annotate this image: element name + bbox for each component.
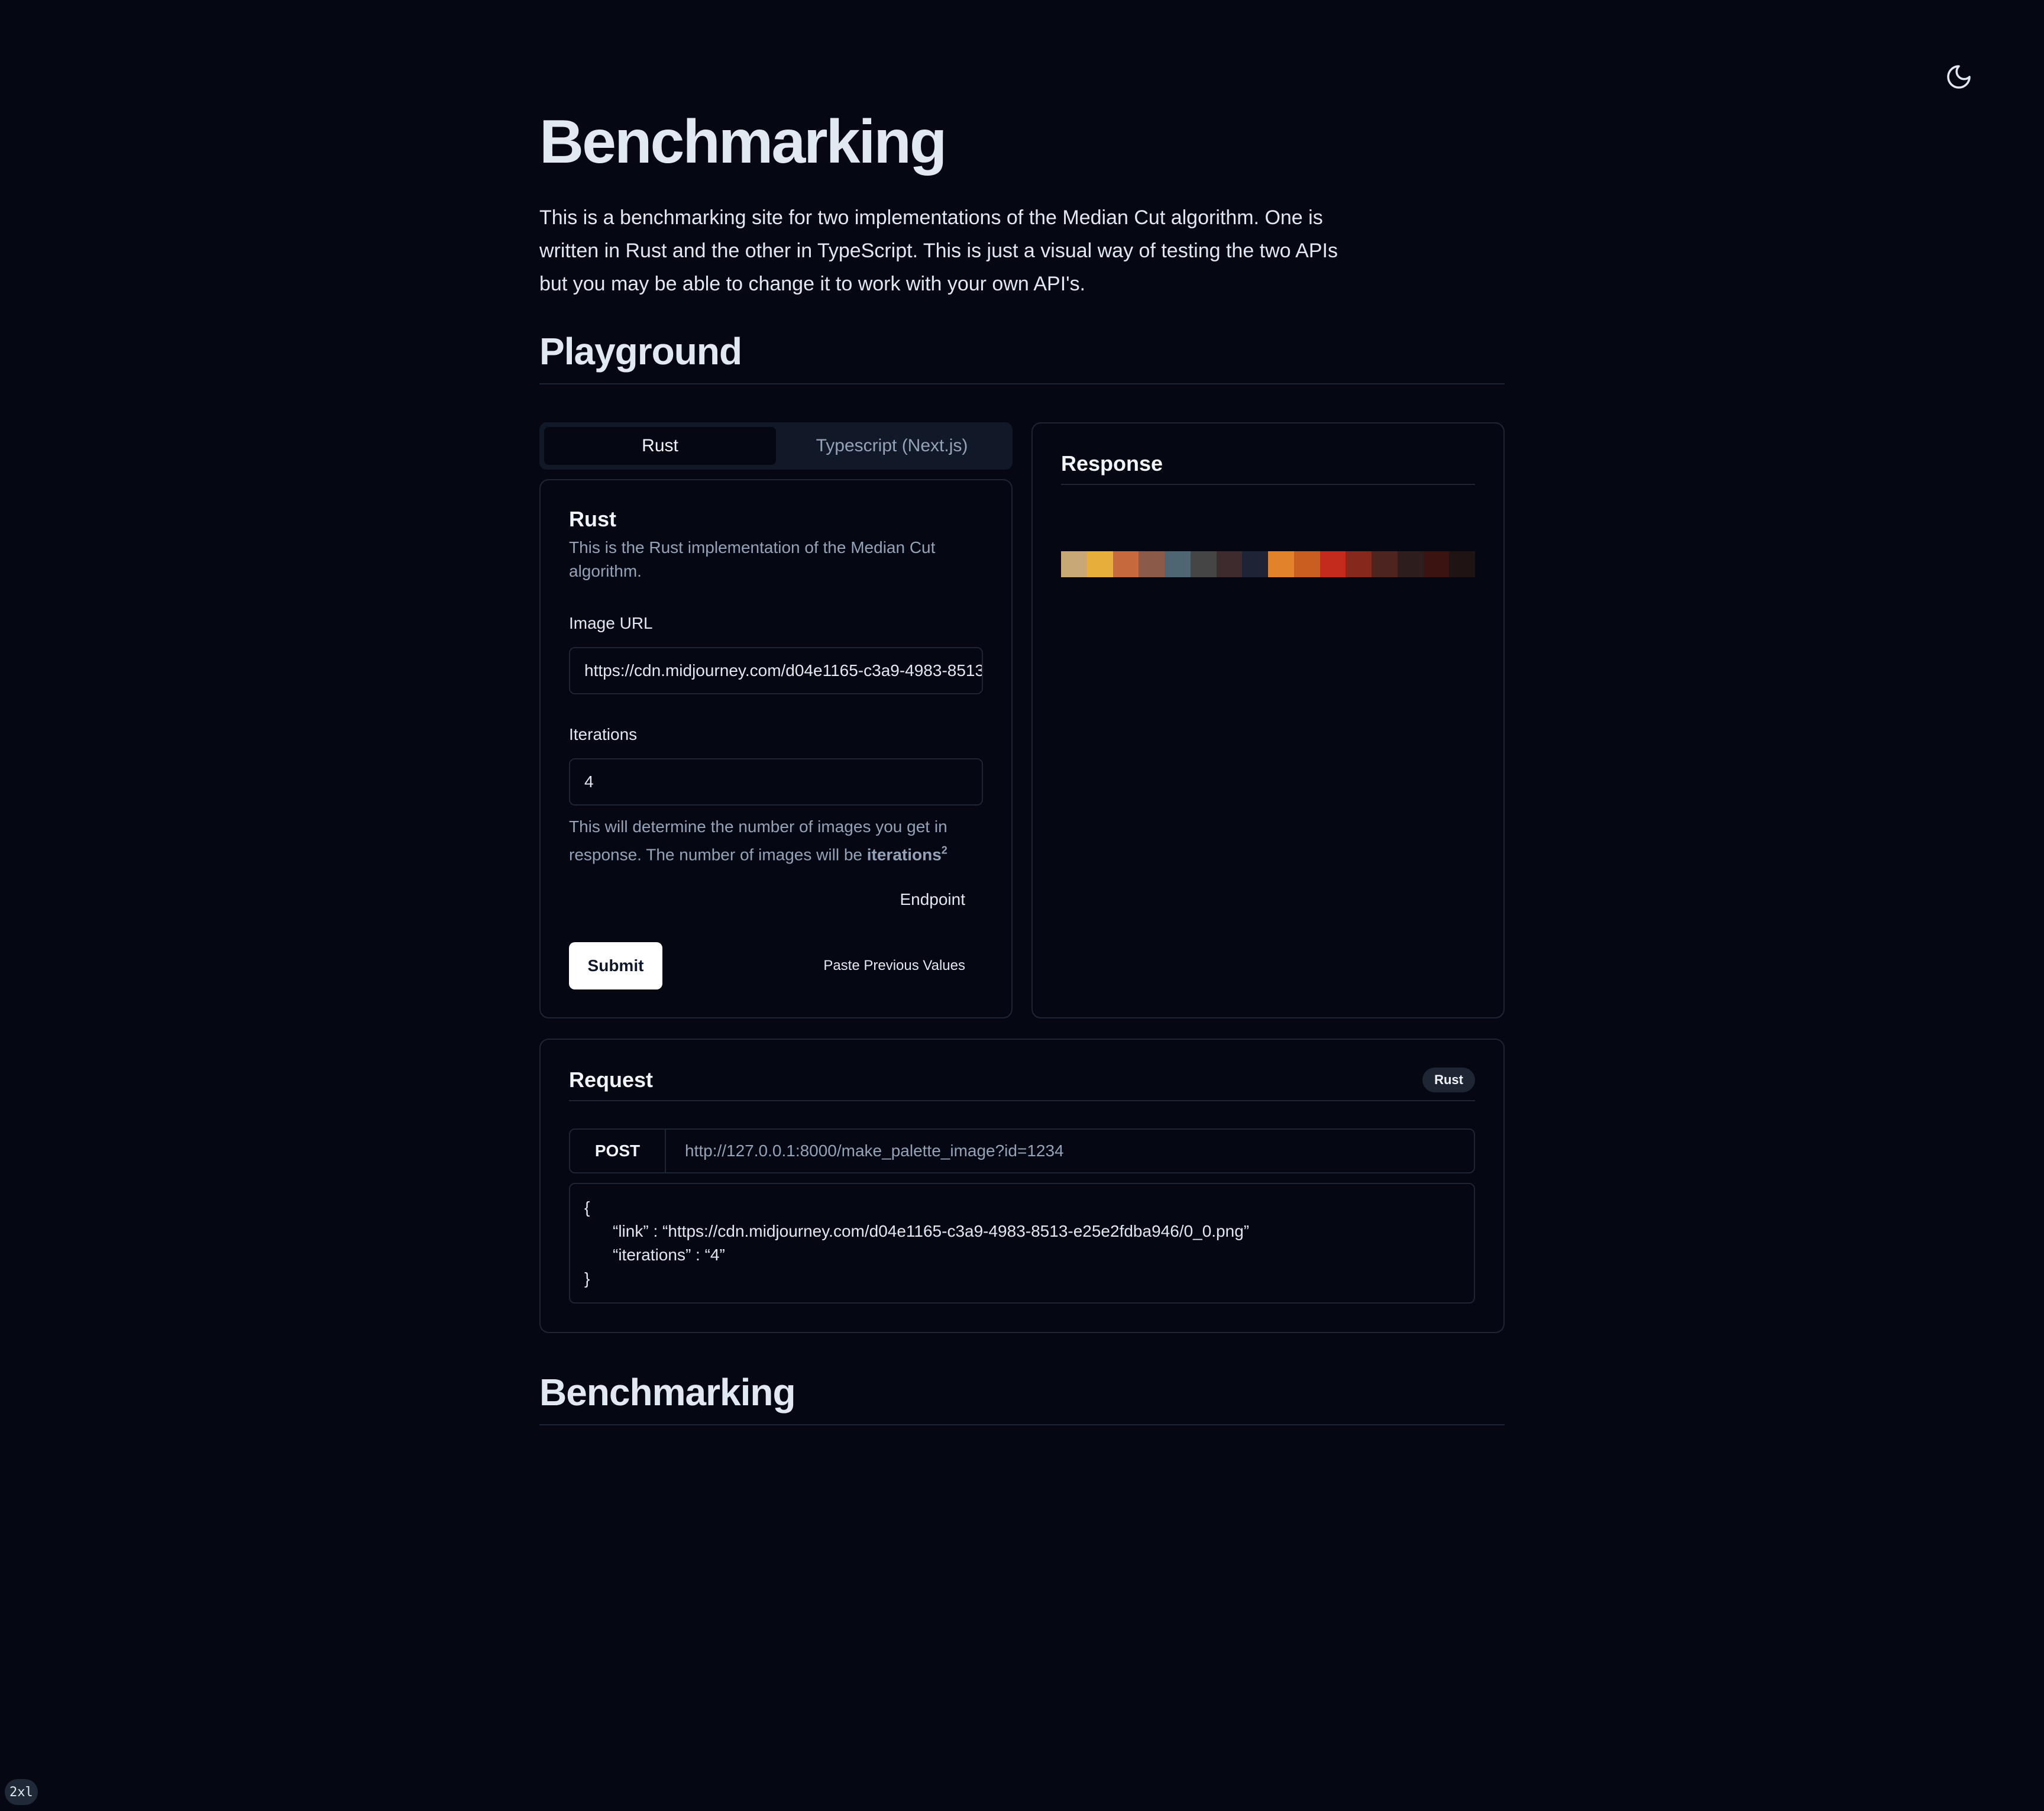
benchmarking-heading: Benchmarking [539, 1369, 1505, 1425]
endpoint-row: Endpoint [569, 888, 983, 911]
palette-swatch [1397, 551, 1424, 577]
page-title: Benchmarking [539, 108, 947, 176]
request-title: Request [569, 1068, 654, 1092]
image-url-label: Image URL [569, 614, 653, 632]
tab-typescript[interactable]: Typescript (Next.js) [776, 427, 1008, 465]
moon-icon [1947, 65, 1971, 89]
palette-swatch [1112, 551, 1139, 577]
implementation-tabs: Rust Typescript (Next.js) [539, 422, 1013, 470]
form-title: Rust [569, 507, 616, 531]
response-card: Response [1031, 422, 1505, 1018]
body-close-brace: } [584, 1269, 590, 1288]
endpoint-label[interactable]: Endpoint [900, 890, 965, 909]
submit-button[interactable]: Submit [569, 942, 662, 990]
iterations-input[interactable]: 4 [569, 758, 983, 806]
playground-grid: Rust Typescript (Next.js) Rust This is t… [539, 422, 1505, 1018]
request-header: Request Rust [569, 1067, 1475, 1101]
form-description: This is the Rust implementation of the M… [569, 538, 936, 580]
palette-swatch [1139, 551, 1165, 577]
breakpoint-indicator: 2xl [5, 1779, 38, 1805]
palette-swatch [1372, 551, 1398, 577]
intro-paragraph: This is a benchmarking site for two impl… [539, 206, 1338, 295]
request-card: Request Rust POST http://127.0.0.1:8000/… [539, 1039, 1505, 1333]
help-bold: iterations [866, 845, 942, 864]
rust-form-card: Rust This is the Rust implementation of … [539, 479, 1013, 1018]
tab-rust[interactable]: Rust [544, 427, 776, 465]
palette-swatch [1086, 551, 1113, 577]
request-body: { “link” : “https://cdn.midjourney.com/d… [569, 1183, 1475, 1304]
http-method: POST [570, 1130, 666, 1172]
iterations-help-text: This will determine the number of images… [569, 815, 983, 866]
palette-swatch [1319, 551, 1346, 577]
palette-swatch [1216, 551, 1243, 577]
image-url-input[interactable]: https://cdn.midjourney.com/d04e1165-c3a9… [569, 647, 983, 694]
implementation-badge: Rust [1422, 1068, 1475, 1092]
color-palette [1061, 551, 1475, 577]
palette-swatch [1061, 551, 1087, 577]
palette-swatch [1293, 551, 1320, 577]
palette-swatch [1346, 551, 1372, 577]
palette-swatch [1190, 551, 1217, 577]
palette-swatch [1423, 551, 1450, 577]
paste-previous-values-button[interactable]: Paste Previous Values [823, 958, 983, 974]
page: Benchmarking This is a benchmarking site… [0, 0, 2044, 1811]
theme-toggle-button[interactable] [1941, 59, 1977, 95]
request-url: http://127.0.0.1:8000/make_palette_image… [685, 1141, 1064, 1160]
body-iterations-line: “iterations” : “4” [613, 1246, 725, 1264]
iterations-label: Iterations [569, 725, 638, 743]
palette-swatch [1165, 551, 1191, 577]
request-url-row: POST http://127.0.0.1:8000/make_palette_… [569, 1128, 1475, 1173]
form-actions: Submit Paste Previous Values [569, 942, 983, 990]
help-superscript: 2 [941, 845, 947, 856]
playground-left-column: Rust Typescript (Next.js) Rust This is t… [539, 422, 1013, 1018]
response-title: Response [1061, 451, 1475, 485]
playground-heading: Playground [539, 328, 1505, 384]
palette-swatch [1449, 551, 1475, 577]
body-open-brace: { [584, 1198, 590, 1217]
main-content: Benchmarking This is a benchmarking site… [539, 106, 1505, 1425]
palette-swatch [1242, 551, 1268, 577]
palette-swatch [1268, 551, 1294, 577]
body-link-line: “link” : “https://cdn.midjourney.com/d04… [613, 1222, 1250, 1240]
